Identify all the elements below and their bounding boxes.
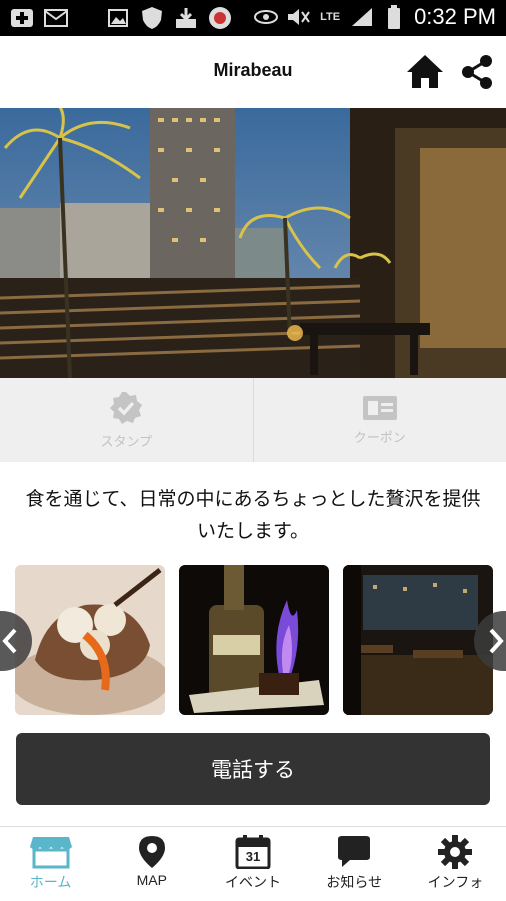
coupon-label: クーポン — [354, 427, 406, 446]
home-button[interactable] — [405, 52, 445, 92]
nav-item-news[interactable]: お知らせ — [304, 827, 405, 901]
download-icon — [174, 6, 198, 30]
tagline-text: 食を通じて、日常の中にあるちょっとした贅沢を提供いたします。 — [16, 484, 490, 548]
gallery-photo-flambe[interactable] — [179, 565, 329, 715]
calendar-day: 31 — [235, 849, 271, 864]
network-label: LTE — [320, 11, 340, 23]
storefront-icon — [29, 835, 73, 869]
home-icon — [405, 52, 445, 92]
mail-icon — [44, 6, 68, 30]
eye-icon — [254, 5, 278, 29]
bottom-nav: ホーム MAP 31 イベント お知らせ — [0, 826, 506, 901]
lte-icon: LTE — [318, 5, 342, 29]
check-badge-icon — [109, 391, 143, 425]
gear-icon — [438, 835, 472, 869]
calendar-icon: 31 — [235, 835, 271, 869]
gallery-icon — [106, 6, 130, 30]
notification-icons — [10, 6, 232, 30]
mute-icon — [286, 5, 310, 29]
nav-item-home[interactable]: ホーム — [0, 827, 101, 901]
nav-label-home: ホーム — [30, 872, 72, 892]
nav-label-news: お知らせ — [326, 872, 382, 892]
plus-icon — [10, 6, 34, 30]
status-bar: LTE 0:32 PM — [0, 0, 506, 36]
signal-icon — [350, 5, 374, 29]
battery-icon — [382, 5, 406, 29]
hero-image — [0, 108, 506, 378]
shield-icon — [140, 6, 164, 30]
system-icons: LTE 0:32 PM — [254, 4, 496, 30]
photo-carousel — [0, 565, 506, 715]
app-bar: Mirabeau — [0, 36, 506, 109]
chevron-left-icon — [0, 627, 20, 655]
nav-item-info[interactable]: インフォ — [405, 827, 506, 901]
nav-label-info: インフォ — [428, 872, 484, 892]
coupon-card-icon — [362, 395, 398, 421]
gallery-photo-dessert[interactable] — [15, 565, 165, 715]
clock: 0:32 PM — [414, 4, 496, 30]
app-notification-icon — [208, 6, 232, 30]
map-pin-icon — [137, 835, 167, 869]
speech-bubble-icon — [336, 835, 372, 869]
nav-label-event: イベント — [225, 872, 281, 892]
chevron-right-icon — [486, 627, 506, 655]
gallery-photo-interior[interactable] — [343, 565, 493, 715]
nav-item-event[interactable]: 31 イベント — [202, 827, 303, 901]
share-icon — [459, 54, 495, 90]
call-button[interactable]: 電話する — [16, 733, 490, 805]
stamp-label: スタンプ — [100, 431, 152, 450]
share-button[interactable] — [459, 54, 495, 90]
feature-tiles: スタンプ クーポン — [0, 378, 506, 462]
nav-item-map[interactable]: MAP — [101, 827, 202, 901]
nav-label-map: MAP — [137, 872, 167, 888]
coupon-tile[interactable]: クーポン — [253, 378, 506, 462]
stamp-tile[interactable]: スタンプ — [0, 378, 253, 462]
